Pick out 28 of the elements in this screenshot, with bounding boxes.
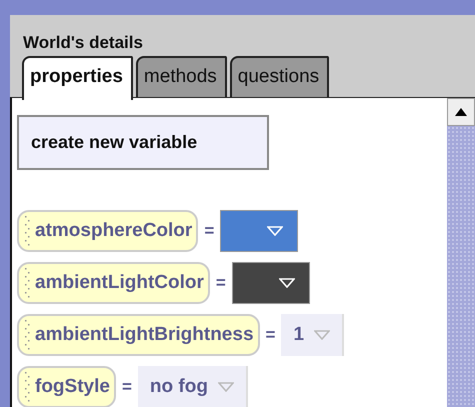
tab[interactable]: properties bbox=[22, 56, 133, 100]
property-tile[interactable]: ambientLightBrightness bbox=[17, 314, 260, 356]
tab[interactable]: questions bbox=[230, 56, 330, 97]
dropdown-arrow-icon bbox=[218, 382, 234, 392]
equals-sign: = bbox=[204, 220, 214, 240]
color-dropdown[interactable] bbox=[220, 210, 298, 252]
property-tile[interactable]: atmosphereColor bbox=[17, 210, 198, 252]
property-name: ambientLightBrightness bbox=[35, 324, 254, 346]
up-arrow-icon bbox=[455, 108, 467, 116]
tab[interactable]: methods bbox=[136, 56, 227, 97]
dropdown-arrow-icon bbox=[314, 330, 330, 340]
color-dropdown[interactable] bbox=[232, 262, 310, 304]
scroll-up-button[interactable] bbox=[447, 98, 475, 126]
equals-sign: = bbox=[122, 376, 132, 396]
dropdown-arrow-icon bbox=[267, 226, 284, 236]
equals-sign: = bbox=[266, 324, 276, 344]
dropdown-arrow-icon bbox=[278, 278, 295, 288]
property-tile[interactable]: fogStyle bbox=[17, 366, 116, 407]
create-variable-button[interactable]: create new variable bbox=[17, 115, 269, 170]
value-dropdown[interactable]: no fog bbox=[138, 366, 248, 407]
property-tile[interactable]: ambientLightColor bbox=[17, 262, 210, 304]
property-name: atmosphereColor bbox=[35, 220, 192, 242]
property-name: fogStyle bbox=[35, 376, 110, 398]
value-dropdown[interactable]: 1 bbox=[281, 314, 344, 356]
panel-title: World's details bbox=[22, 32, 144, 53]
property-name: ambientLightColor bbox=[35, 272, 204, 294]
scrollbar[interactable] bbox=[447, 98, 475, 407]
equals-sign: = bbox=[216, 272, 226, 292]
